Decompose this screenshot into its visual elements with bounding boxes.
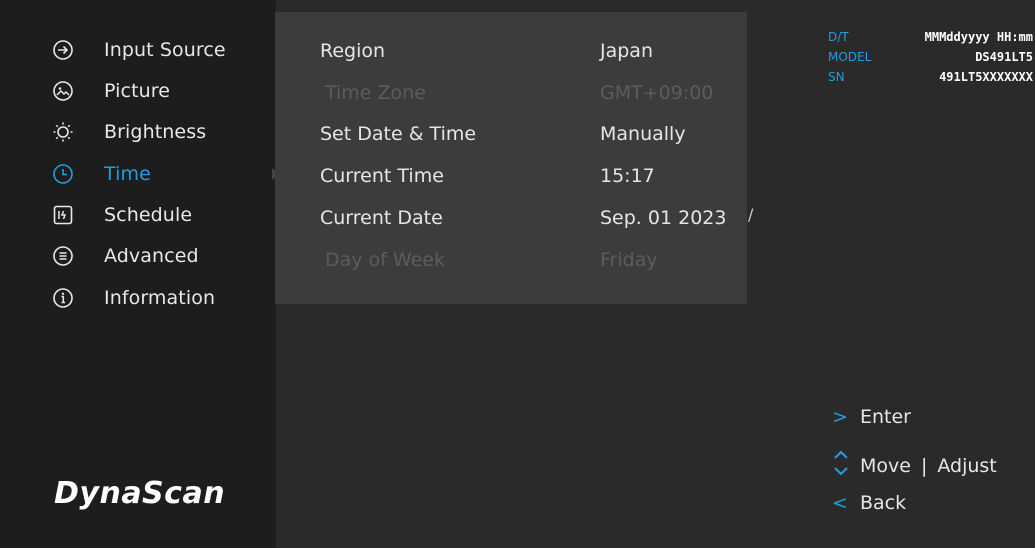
- clock-icon: [52, 163, 74, 185]
- chevron-left-icon: <: [832, 492, 848, 514]
- hint-move-adjust: Move | Adjust: [832, 450, 997, 481]
- hint-label: Enter: [860, 406, 911, 428]
- info-value: MMMddyyyy HH:mm: [924, 30, 1033, 44]
- logo: DynaScan: [54, 476, 226, 511]
- sidebar-item-schedule[interactable]: Schedule: [52, 201, 192, 229]
- setting-row-time-zone: Time Zone GMT+09:00: [275, 74, 747, 114]
- hint-label: Back: [860, 492, 907, 514]
- brightness-icon: [52, 121, 74, 143]
- setting-row-current-time[interactable]: Current Time 15:17: [275, 157, 747, 197]
- time-settings-panel: Region Japan Time Zone GMT+09:00 Set Dat…: [275, 12, 747, 304]
- sidebar-item-time[interactable]: Time: [52, 160, 151, 188]
- setting-label: Region: [320, 40, 386, 62]
- sidebar-item-label: Brightness: [104, 121, 207, 143]
- device-info-serial: SN 491LT5XXXXXXX: [828, 70, 1033, 88]
- sidebar-item-label: Schedule: [104, 204, 193, 226]
- setting-value: Friday: [600, 249, 658, 271]
- advanced-icon: [52, 245, 74, 267]
- setting-row-region[interactable]: Region Japan: [275, 32, 747, 72]
- setting-value: 15:17: [600, 165, 655, 187]
- info-icon: [52, 287, 74, 309]
- setting-value: Japan: [600, 40, 653, 62]
- info-key: MODEL: [828, 50, 872, 64]
- info-key: SN: [828, 70, 845, 84]
- setting-value: GMT+09:00: [600, 82, 714, 104]
- info-value: 491LT5XXXXXXX: [939, 70, 1033, 84]
- sidebar-item-brightness[interactable]: Brightness: [52, 118, 206, 146]
- input-source-icon: [52, 39, 74, 61]
- setting-row-set-date-time[interactable]: Set Date & Time Manually: [275, 115, 747, 155]
- schedule-icon: [52, 204, 74, 226]
- hint-back: < Back: [832, 492, 906, 514]
- sidebar-item-label: Advanced: [104, 245, 199, 267]
- sidebar-item-label: Input Source: [104, 39, 226, 61]
- setting-value: Sep. 01 2023: [600, 207, 727, 229]
- setting-label: Time Zone: [325, 82, 426, 104]
- hint-enter: > Enter: [832, 406, 911, 428]
- setting-value: Manually: [600, 123, 686, 145]
- sidebar-item-label: Information: [104, 287, 216, 309]
- setting-label: Current Time: [320, 165, 444, 187]
- setting-label: Current Date: [320, 207, 443, 229]
- setting-row-current-date[interactable]: Current Date Sep. 01 2023: [275, 199, 747, 239]
- hint-label: Move: [860, 454, 911, 477]
- sidebar-item-picture[interactable]: Picture: [52, 77, 170, 105]
- up-down-arrows-icon: [832, 450, 860, 481]
- device-info-datetime: D/T MMMddyyyy HH:mm: [828, 30, 1033, 48]
- setting-row-day-of-week: Day of Week Friday: [275, 241, 747, 281]
- info-value: DS491LT5: [975, 50, 1033, 64]
- device-info-model: MODEL DS491LT5: [828, 50, 1033, 68]
- setting-label: Set Date & Time: [320, 123, 477, 145]
- setting-label: Day of Week: [325, 249, 445, 271]
- sidebar-item-label: Time: [104, 163, 151, 185]
- sidebar-item-information[interactable]: Information: [52, 284, 215, 312]
- date-edit-mark: /: [748, 205, 754, 224]
- hint-label: Adjust: [937, 454, 997, 477]
- info-key: D/T: [828, 30, 849, 44]
- sidebar-item-input-source[interactable]: Input Source: [52, 36, 226, 64]
- picture-icon: [52, 80, 74, 102]
- sidebar: Input Source Picture Brightness Time Sch…: [0, 0, 276, 548]
- hint-separator: |: [920, 454, 928, 477]
- sidebar-item-label: Picture: [104, 80, 171, 102]
- sidebar-item-advanced[interactable]: Advanced: [52, 242, 199, 270]
- chevron-right-icon: >: [832, 406, 848, 428]
